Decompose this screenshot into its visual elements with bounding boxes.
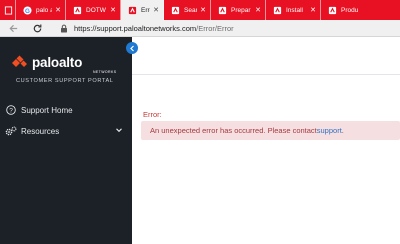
tab-error-active[interactable]: Error - ✕ [121, 0, 164, 20]
tab-prepare[interactable]: Prepar ✕ [211, 0, 266, 20]
support-link[interactable]: support [317, 126, 342, 135]
reload-button[interactable] [30, 21, 44, 35]
sidebar-item-support-home[interactable]: ? Support Home [5, 103, 132, 117]
paloalto-icon [170, 5, 180, 15]
close-icon[interactable]: ✕ [310, 6, 316, 14]
svg-text:G: G [25, 7, 30, 14]
logo-subtext: NETWORKS [93, 70, 117, 74]
paloalto-icon [72, 5, 82, 15]
browser-tab-strip: G palo al ✕ DOTW ✕ Error - ✕ Search ✕ Pr… [0, 0, 400, 20]
chevron-left-icon [129, 45, 134, 51]
close-icon[interactable]: ✕ [255, 6, 261, 14]
page-icon [3, 5, 13, 15]
close-icon[interactable]: ✕ [153, 6, 159, 14]
close-icon[interactable]: ✕ [110, 6, 116, 14]
tab-label: Prepar [231, 6, 251, 14]
tab-label: Error - [141, 6, 150, 14]
paloalto-icon [327, 5, 337, 15]
chevron-down-icon[interactable] [115, 126, 123, 136]
paloalto-icon [217, 5, 227, 15]
sidebar: paloalto NETWORKS CUSTOMER SUPPORT PORTA… [0, 37, 132, 244]
error-suffix: . [341, 126, 344, 135]
sidebar-item-label: Support Home [21, 105, 73, 115]
tab-label: Search [184, 6, 197, 14]
paloalto-icon [127, 5, 137, 15]
back-button[interactable] [6, 21, 20, 35]
sidebar-item-resources[interactable]: Resources [5, 124, 132, 138]
google-icon: G [22, 5, 32, 15]
tab-label: DOTW [86, 6, 106, 14]
tab-product[interactable]: Produ [321, 0, 380, 20]
tab-label: Produ [341, 6, 359, 14]
reload-icon [33, 23, 41, 32]
tab-0[interactable] [0, 0, 16, 20]
tab-install[interactable]: Install ✕ [266, 0, 321, 20]
sidebar-item-label: Resources [21, 126, 60, 136]
error-title: Error: [143, 110, 162, 119]
arrow-left-icon [8, 24, 17, 32]
sidebar-collapse-button[interactable] [126, 42, 138, 54]
url-host: https://support.paloaltonetworks.com [74, 23, 197, 33]
tab-label: palo al [36, 6, 52, 14]
close-icon[interactable]: ✕ [55, 6, 61, 14]
svg-text:?: ? [9, 107, 13, 114]
paloalto-logo[interactable]: paloalto [11, 55, 82, 70]
tab-label: Install [286, 6, 303, 14]
url-field[interactable]: https://support.paloaltonetworks.com/Err… [60, 22, 234, 35]
paloalto-logo-icon [12, 55, 27, 67]
close-icon[interactable]: ✕ [200, 6, 206, 14]
lock-icon [60, 24, 68, 33]
question-circle-icon: ? [5, 104, 17, 116]
tab-palo-alto-search[interactable]: G palo al ✕ [16, 0, 66, 20]
error-message: An unexpected error has occurred. Please… [150, 126, 317, 135]
main-content: Error: An unexpected error has occurred.… [132, 37, 400, 244]
logo-text: paloalto [32, 55, 83, 70]
header-divider [132, 74, 400, 75]
paloalto-icon [272, 5, 282, 15]
portal-title: CUSTOMER SUPPORT PORTAL [16, 78, 114, 84]
error-alert: An unexpected error has occurred. Please… [141, 121, 400, 140]
tab-search[interactable]: Search ✕ [164, 0, 211, 20]
url-path: /Error/Error [196, 23, 234, 33]
tab-dotw[interactable]: DOTW ✕ [66, 0, 121, 20]
gears-icon [5, 125, 17, 137]
address-bar: https://support.paloaltonetworks.com/Err… [0, 20, 400, 37]
